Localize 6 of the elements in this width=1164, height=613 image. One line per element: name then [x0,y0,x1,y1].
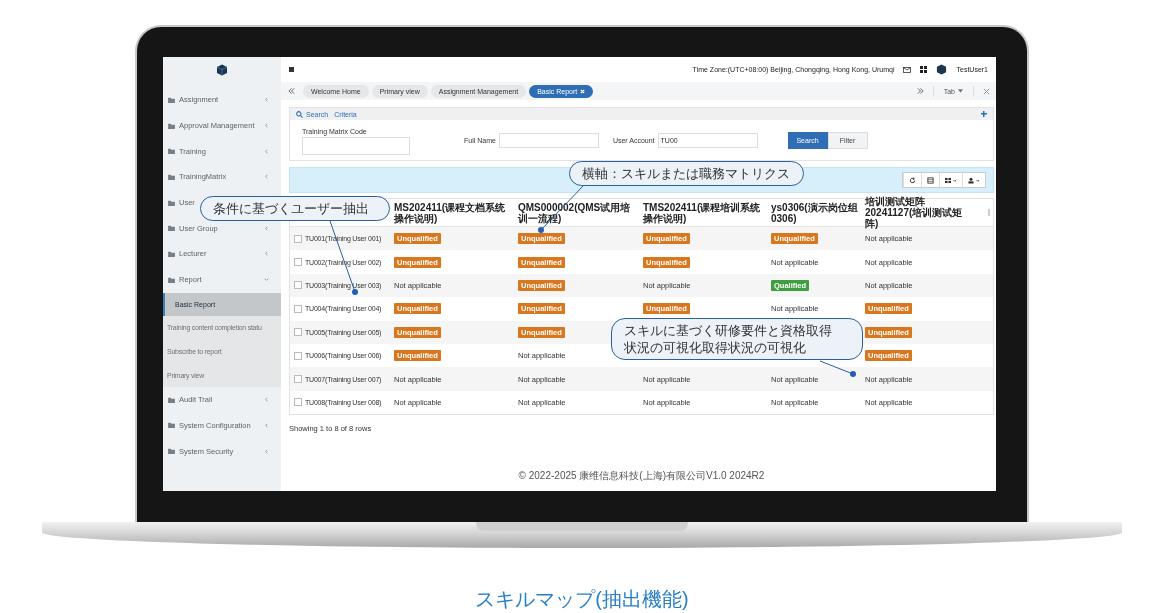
callout-text: スキルに基づく研修要件と資格取得 [624,322,833,339]
callout-text: 条件に基づくユーザー抽出 [213,200,370,217]
footer-copyright: © 2022-2025 康维信息科技(上海)有限公司V1.0 2024R2 [517,469,766,483]
callout-text: 状況の可視化取得状況の可視化 [624,339,807,356]
caption: スキルマップ(抽出機能) [475,587,689,612]
callout-text: 横軸：スキルまたは職務マトリクス [582,165,791,182]
